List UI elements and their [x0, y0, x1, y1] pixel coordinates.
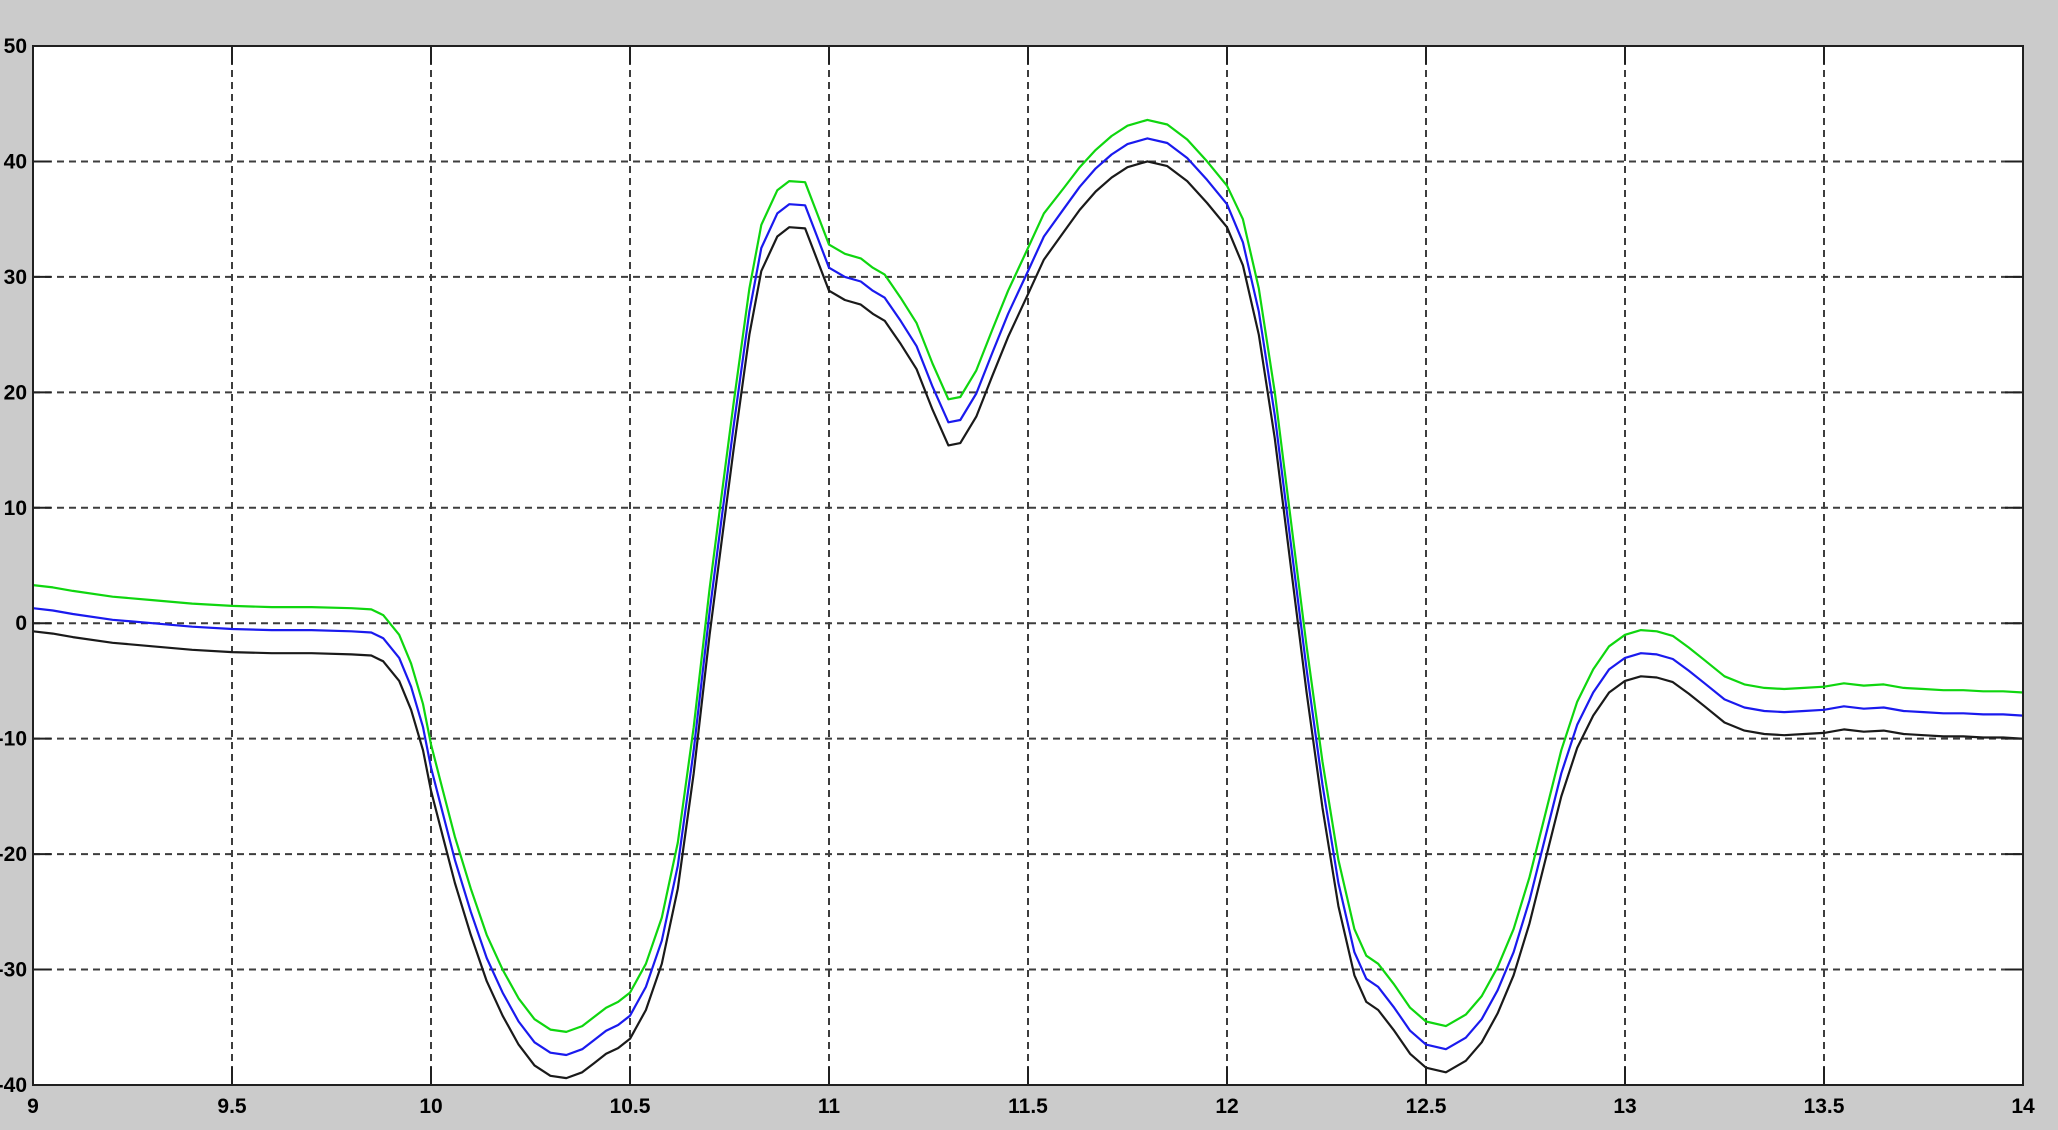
y-tick-label: 0 [15, 612, 27, 635]
x-tick-label: 10 [419, 1095, 442, 1118]
x-tick-label: 12.5 [1406, 1095, 1447, 1118]
y-tick-label: 20 [4, 381, 27, 404]
y-tick-label: -30 [0, 959, 27, 982]
x-tick-label: 11 [818, 1095, 841, 1118]
y-tick-label: 10 [4, 497, 27, 520]
x-tick-label: 10.5 [610, 1095, 651, 1118]
x-tick-label: 13.5 [1804, 1095, 1845, 1118]
y-tick-label: 50 [4, 35, 27, 58]
y-tick-label: -20 [0, 843, 27, 866]
x-tick-label: 9.5 [217, 1095, 247, 1118]
x-tick-label: 9 [27, 1095, 39, 1118]
y-tick-label: -40 [0, 1074, 27, 1097]
x-tick-label: 12 [1215, 1095, 1238, 1118]
y-tick-label: 40 [4, 150, 27, 173]
matlab-figure-window: 9 9.5 10 10.5 11 11.5 12 12.5 13 13.5 14 -40 -30 -20 -… [0, 0, 2058, 1130]
y-tick-label: -10 [0, 728, 27, 751]
x-tick-label: 14 [2011, 1095, 2035, 1118]
x-tick-label: 13 [1613, 1095, 1636, 1118]
x-tick-label: 11.5 [1008, 1095, 1048, 1118]
y-tick-label: 30 [4, 266, 27, 289]
line-chart: 9 9.5 10 10.5 11 11.5 12 12.5 13 13.5 14 -40 -30 -20 -… [0, 0, 2058, 1130]
